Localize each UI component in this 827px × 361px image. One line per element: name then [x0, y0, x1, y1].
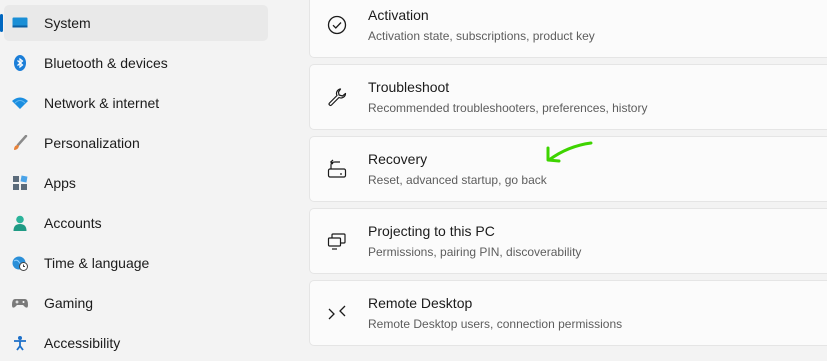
sidebar-item-apps[interactable]: Apps — [4, 165, 268, 201]
monitor-icon — [12, 15, 28, 31]
brush-icon — [12, 135, 28, 151]
sidebar-item-label: Gaming — [44, 295, 94, 311]
card-subtitle: Permissions, pairing PIN, discoverabilit… — [368, 245, 582, 259]
wrench-icon — [326, 86, 348, 108]
card-title: Projecting to this PC — [368, 223, 495, 239]
bluetooth-icon — [12, 55, 28, 71]
sidebar-item-accessibility[interactable]: Accessibility — [4, 325, 268, 361]
card-remote-desktop[interactable]: Remote Desktop Remote Desktop users, con… — [309, 280, 827, 346]
sidebar-item-label: Personalization — [44, 135, 140, 151]
card-subtitle: Remote Desktop users, connection permiss… — [368, 317, 623, 331]
sidebar-item-label: System — [44, 15, 91, 31]
sidebar-item-bluetooth[interactable]: Bluetooth & devices — [4, 45, 268, 81]
project-icon — [326, 230, 348, 252]
sidebar-item-personalization[interactable]: Personalization — [4, 125, 268, 161]
apps-icon — [12, 175, 28, 191]
remote-desktop-icon — [326, 302, 348, 324]
sidebar-item-label: Bluetooth & devices — [44, 55, 168, 71]
sidebar-item-label: Network & internet — [44, 95, 160, 111]
card-subtitle: Recommended troubleshooters, preferences… — [368, 101, 648, 115]
card-subtitle: Activation state, subscriptions, product… — [368, 29, 595, 43]
card-projecting[interactable]: Projecting to this PC Permissions, pairi… — [309, 208, 827, 274]
sidebar-item-network[interactable]: Network & internet — [4, 85, 268, 121]
sidebar-item-gaming[interactable]: Gaming — [4, 285, 268, 321]
card-title: Activation — [368, 7, 429, 23]
checkmark-circle-icon — [326, 14, 348, 36]
globe-clock-icon — [12, 255, 28, 271]
sidebar-item-time-language[interactable]: Time & language — [4, 245, 268, 281]
card-title: Recovery — [368, 151, 428, 167]
person-icon — [12, 215, 28, 231]
sidebar-item-label: Apps — [44, 175, 76, 191]
sidebar-item-label: Accessibility — [44, 335, 121, 351]
wifi-icon — [12, 95, 28, 111]
accessibility-icon — [12, 335, 28, 351]
arrow-annotation — [546, 141, 593, 163]
card-title: Remote Desktop — [368, 295, 473, 311]
card-title: Troubleshoot — [368, 79, 450, 95]
sidebar-item-label: Time & language — [44, 255, 150, 271]
selection-indicator — [0, 14, 3, 32]
sidebar-item-accounts[interactable]: Accounts — [4, 205, 268, 241]
recovery-icon — [326, 158, 348, 180]
sidebar: System Bluetooth & devices Network & int… — [0, 0, 280, 351]
card-troubleshoot[interactable]: Troubleshoot Recommended troubleshooters… — [309, 64, 827, 130]
controller-icon — [12, 295, 28, 311]
card-activation[interactable]: Activation Activation state, subscriptio… — [309, 0, 827, 58]
card-subtitle: Reset, advanced startup, go back — [368, 173, 547, 187]
sidebar-item-label: Accounts — [44, 215, 102, 231]
sidebar-item-system[interactable]: System — [0, 5, 268, 41]
